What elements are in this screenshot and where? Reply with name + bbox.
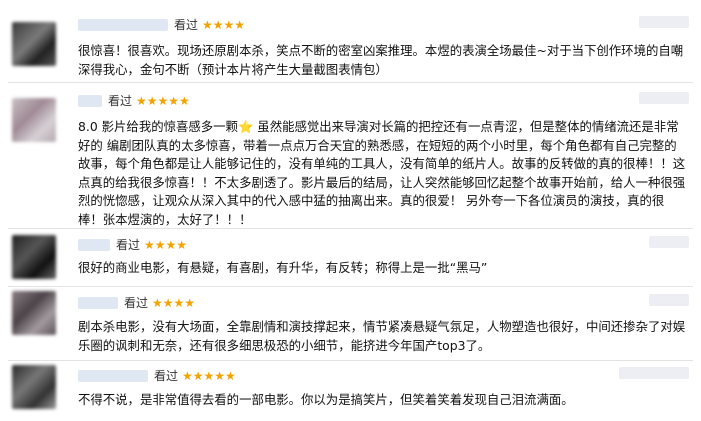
avatar[interactable] — [12, 22, 56, 66]
rating-stars: ★★★★ — [202, 17, 246, 32]
rating-stars: ★★★★★ — [136, 93, 190, 108]
review-text: 8.0 影片给我的惊喜感多一颗⭐ 虽然能感觉出来导演对长篇的把控还有一点青涩，但… — [78, 119, 686, 227]
avatar[interactable] — [12, 291, 56, 335]
vote-area-blurred[interactable] — [639, 16, 689, 28]
vote-area-blurred[interactable] — [639, 92, 689, 104]
review-text: 剧本杀电影，没有大场面，全靠剧情和演技撑起来，情节紧凑悬疑气氛足，人物塑造也很好… — [78, 319, 686, 353]
review-meta: 看过 ★★★★ — [78, 16, 245, 33]
watched-label: 看过 — [108, 94, 133, 108]
username-blurred[interactable] — [78, 94, 102, 107]
watched-label: 看过 — [124, 296, 149, 310]
vote-area-blurred[interactable] — [649, 236, 689, 248]
watched-label: 看过 — [154, 369, 179, 383]
divider — [8, 360, 693, 361]
vote-area-blurred[interactable] — [649, 294, 689, 306]
rating-stars: ★★★★ — [152, 295, 196, 310]
username-blurred[interactable] — [78, 238, 110, 251]
review-meta: 看过 ★★★★ — [78, 236, 187, 253]
rating-stars: ★★★★★ — [182, 368, 236, 383]
review-text: 不得不说，是非常值得去看的一部电影。你以为是搞笑片，但笑着笑着发现自己泪流满面。 — [78, 392, 574, 407]
divider — [8, 286, 693, 287]
vote-area-blurred[interactable] — [619, 367, 689, 379]
divider — [8, 228, 693, 229]
watched-label: 看过 — [174, 18, 199, 32]
username-blurred[interactable] — [78, 18, 168, 31]
username-blurred[interactable] — [78, 296, 118, 309]
review-meta: 看过 ★★★★★ — [78, 367, 236, 384]
username-blurred[interactable] — [78, 369, 148, 382]
review-meta: 看过 ★★★★ — [78, 294, 195, 311]
review-text: 很惊喜！很喜欢。现场还原剧本杀，笑点不断的密室凶案推理。本煜的表演全场最佳~对于… — [78, 43, 684, 77]
avatar[interactable] — [12, 365, 56, 409]
watched-label: 看过 — [116, 238, 141, 252]
rating-stars: ★★★★ — [144, 237, 188, 252]
review-meta: 看过 ★★★★★ — [78, 92, 190, 109]
divider — [8, 82, 693, 83]
avatar[interactable] — [12, 98, 56, 142]
review-text: 很好的商业电影，有悬疑，有喜剧，有升华，有反转；称得上是一批“黑马” — [78, 260, 488, 275]
avatar[interactable] — [12, 235, 56, 279]
